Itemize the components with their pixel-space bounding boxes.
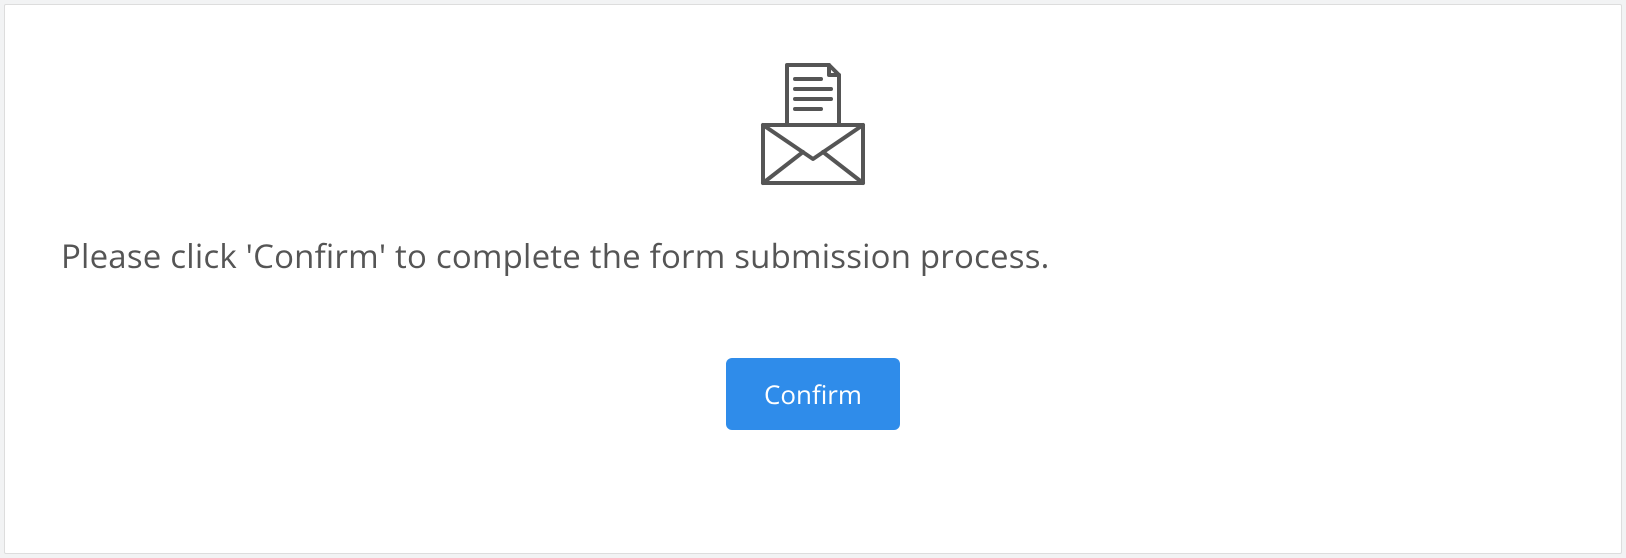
page-root: Please click 'Confirm' to complete the f… <box>0 0 1626 558</box>
instruction-text: Please click 'Confirm' to complete the f… <box>61 233 1050 278</box>
envelope-letter-icon <box>743 55 883 195</box>
confirm-button[interactable]: Confirm <box>726 358 900 430</box>
confirmation-card: Please click 'Confirm' to complete the f… <box>4 4 1622 554</box>
